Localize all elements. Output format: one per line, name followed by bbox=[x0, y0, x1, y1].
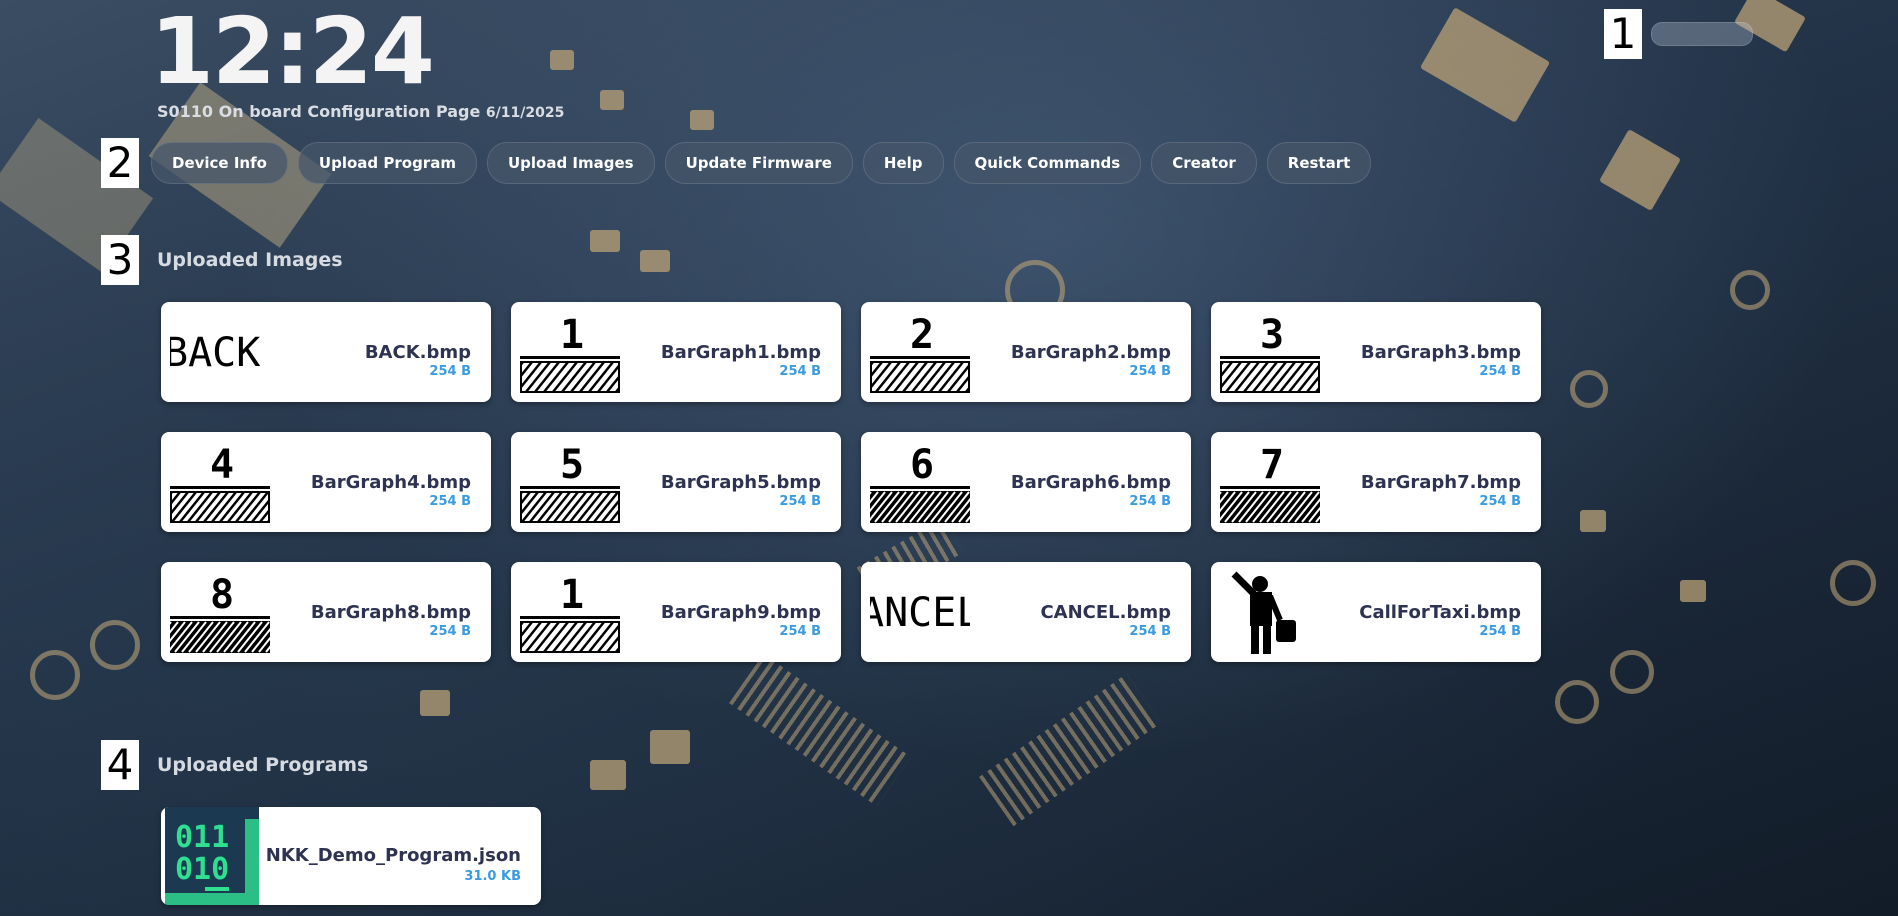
program-size: 31.0 KB bbox=[464, 869, 521, 884]
annotation-marker-2: 2 bbox=[101, 138, 139, 188]
thumbnail-text: ANCEL bbox=[870, 590, 970, 636]
thumbnail-number: 3 bbox=[1260, 312, 1284, 358]
image-name: BarGraph4.bmp bbox=[310, 472, 471, 493]
image-thumbnail: ANCEL bbox=[870, 590, 970, 636]
image-card[interactable]: 1 BarGraph9.bmp 254 B bbox=[511, 562, 841, 662]
nav-restart-button[interactable]: Restart bbox=[1266, 142, 1372, 184]
nav-creator-button[interactable]: Creator bbox=[1151, 142, 1257, 184]
image-thumbnail: 3 bbox=[1220, 312, 1320, 393]
nav-device-info-button[interactable]: Device Info bbox=[151, 142, 288, 184]
image-thumbnail: 6 bbox=[870, 442, 970, 523]
images-section-title: Uploaded Images bbox=[157, 249, 343, 271]
nav-help-button[interactable]: Help bbox=[862, 142, 944, 184]
image-thumbnail: 4 bbox=[170, 442, 270, 523]
image-thumbnail bbox=[1231, 571, 1296, 654]
image-thumbnail: 5 bbox=[520, 442, 620, 523]
annotation-marker-3: 3 bbox=[101, 235, 139, 285]
image-name: BarGraph9.bmp bbox=[660, 602, 821, 623]
image-thumbnail: 7 bbox=[1220, 442, 1320, 523]
image-name: BACK.bmp bbox=[364, 342, 471, 363]
image-name: CallForTaxi.bmp bbox=[1359, 602, 1521, 623]
image-size: 254 B bbox=[779, 364, 821, 379]
image-card[interactable]: CallForTaxi.bmp 254 B bbox=[1211, 562, 1541, 662]
thumbnail-number: 2 bbox=[910, 312, 934, 358]
image-size: 254 B bbox=[1129, 624, 1171, 639]
image-thumbnail: 1 bbox=[520, 572, 620, 653]
nav-update-firmware-button[interactable]: Update Firmware bbox=[664, 142, 853, 184]
image-thumbnail: 8 bbox=[170, 572, 270, 653]
image-thumbnail: BACK bbox=[170, 330, 260, 376]
page-subtitle: S0110 On board Configuration Page 6/11/2… bbox=[157, 102, 564, 121]
image-card[interactable]: ANCEL CANCEL.bmp 254 B bbox=[861, 562, 1191, 662]
clock-time: 12:24 bbox=[150, 0, 435, 105]
image-grid: BACK BACK.bmp 254 B 1 BarGraph1.bmp 254 B 2 Bar… bbox=[161, 302, 1541, 662]
image-card[interactable]: 1 BarGraph1.bmp 254 B bbox=[511, 302, 841, 402]
thumbnail-number: 6 bbox=[910, 442, 934, 488]
nav-upload-program-button[interactable]: Upload Program bbox=[297, 142, 477, 184]
image-card[interactable]: 6 BarGraph6.bmp 254 B bbox=[861, 432, 1191, 532]
thumbnail-number: 5 bbox=[560, 442, 584, 488]
program-icon-line1: 011 bbox=[175, 820, 229, 855]
annotation-marker-1: 1 bbox=[1604, 9, 1642, 59]
program-file-icon: 011 010 bbox=[165, 807, 259, 905]
image-thumbnail: 1 bbox=[520, 312, 620, 393]
image-name: BarGraph5.bmp bbox=[660, 472, 821, 493]
page-title: S0110 On board Configuration Page bbox=[157, 102, 481, 121]
image-size: 254 B bbox=[1129, 494, 1171, 509]
image-card[interactable]: 8 BarGraph8.bmp 254 B bbox=[161, 562, 491, 662]
thumbnail-number: 4 bbox=[210, 442, 234, 488]
programs-section-title: Uploaded Programs bbox=[157, 754, 369, 776]
nav-upload-images-button[interactable]: Upload Images bbox=[486, 142, 655, 184]
image-thumbnail: 2 bbox=[870, 312, 970, 393]
image-size: 254 B bbox=[779, 494, 821, 509]
image-size: 254 B bbox=[1479, 364, 1521, 379]
thumbnail-number: 1 bbox=[560, 572, 584, 618]
status-pill[interactable] bbox=[1651, 22, 1753, 46]
image-size: 254 B bbox=[1479, 624, 1521, 639]
program-card[interactable]: 011 010 NKK_Demo_Program.json 31.0 KB bbox=[161, 807, 541, 905]
image-card[interactable]: 7 BarGraph7.bmp 254 B bbox=[1211, 432, 1541, 532]
thumbnail-number: 7 bbox=[1260, 442, 1284, 488]
taxi-person-icon bbox=[1231, 571, 1296, 654]
thumbnail-number: 1 bbox=[560, 312, 584, 358]
image-name: BarGraph6.bmp bbox=[1010, 472, 1171, 493]
image-card[interactable]: 3 BarGraph3.bmp 254 B bbox=[1211, 302, 1541, 402]
image-size: 254 B bbox=[429, 494, 471, 509]
thumbnail-number: 8 bbox=[210, 572, 234, 618]
image-name: BarGraph8.bmp bbox=[310, 602, 471, 623]
image-card[interactable]: 2 BarGraph2.bmp 254 B bbox=[861, 302, 1191, 402]
page-date: 6/11/2025 bbox=[485, 105, 565, 121]
main-nav: Device Info Upload Program Upload Images… bbox=[151, 142, 1372, 184]
image-size: 254 B bbox=[429, 624, 471, 639]
program-icon-line2: 010 bbox=[175, 852, 229, 887]
image-name: BarGraph2.bmp bbox=[1010, 342, 1171, 363]
image-size: 254 B bbox=[779, 624, 821, 639]
image-card[interactable]: 5 BarGraph5.bmp 254 B bbox=[511, 432, 841, 532]
thumbnail-text: BACK bbox=[170, 330, 260, 376]
annotation-marker-4: 4 bbox=[101, 740, 139, 790]
image-size: 254 B bbox=[1129, 364, 1171, 379]
image-name: BarGraph1.bmp bbox=[660, 342, 821, 363]
image-card[interactable]: BACK BACK.bmp 254 B bbox=[161, 302, 491, 402]
image-size: 254 B bbox=[1479, 494, 1521, 509]
image-name: BarGraph7.bmp bbox=[1360, 472, 1521, 493]
image-card[interactable]: 4 BarGraph4.bmp 254 B bbox=[161, 432, 491, 532]
program-name: NKK_Demo_Program.json bbox=[265, 845, 521, 866]
image-name: CANCEL.bmp bbox=[1040, 602, 1171, 623]
image-name: BarGraph3.bmp bbox=[1360, 342, 1521, 363]
nav-quick-commands-button[interactable]: Quick Commands bbox=[953, 142, 1142, 184]
image-size: 254 B bbox=[429, 364, 471, 379]
